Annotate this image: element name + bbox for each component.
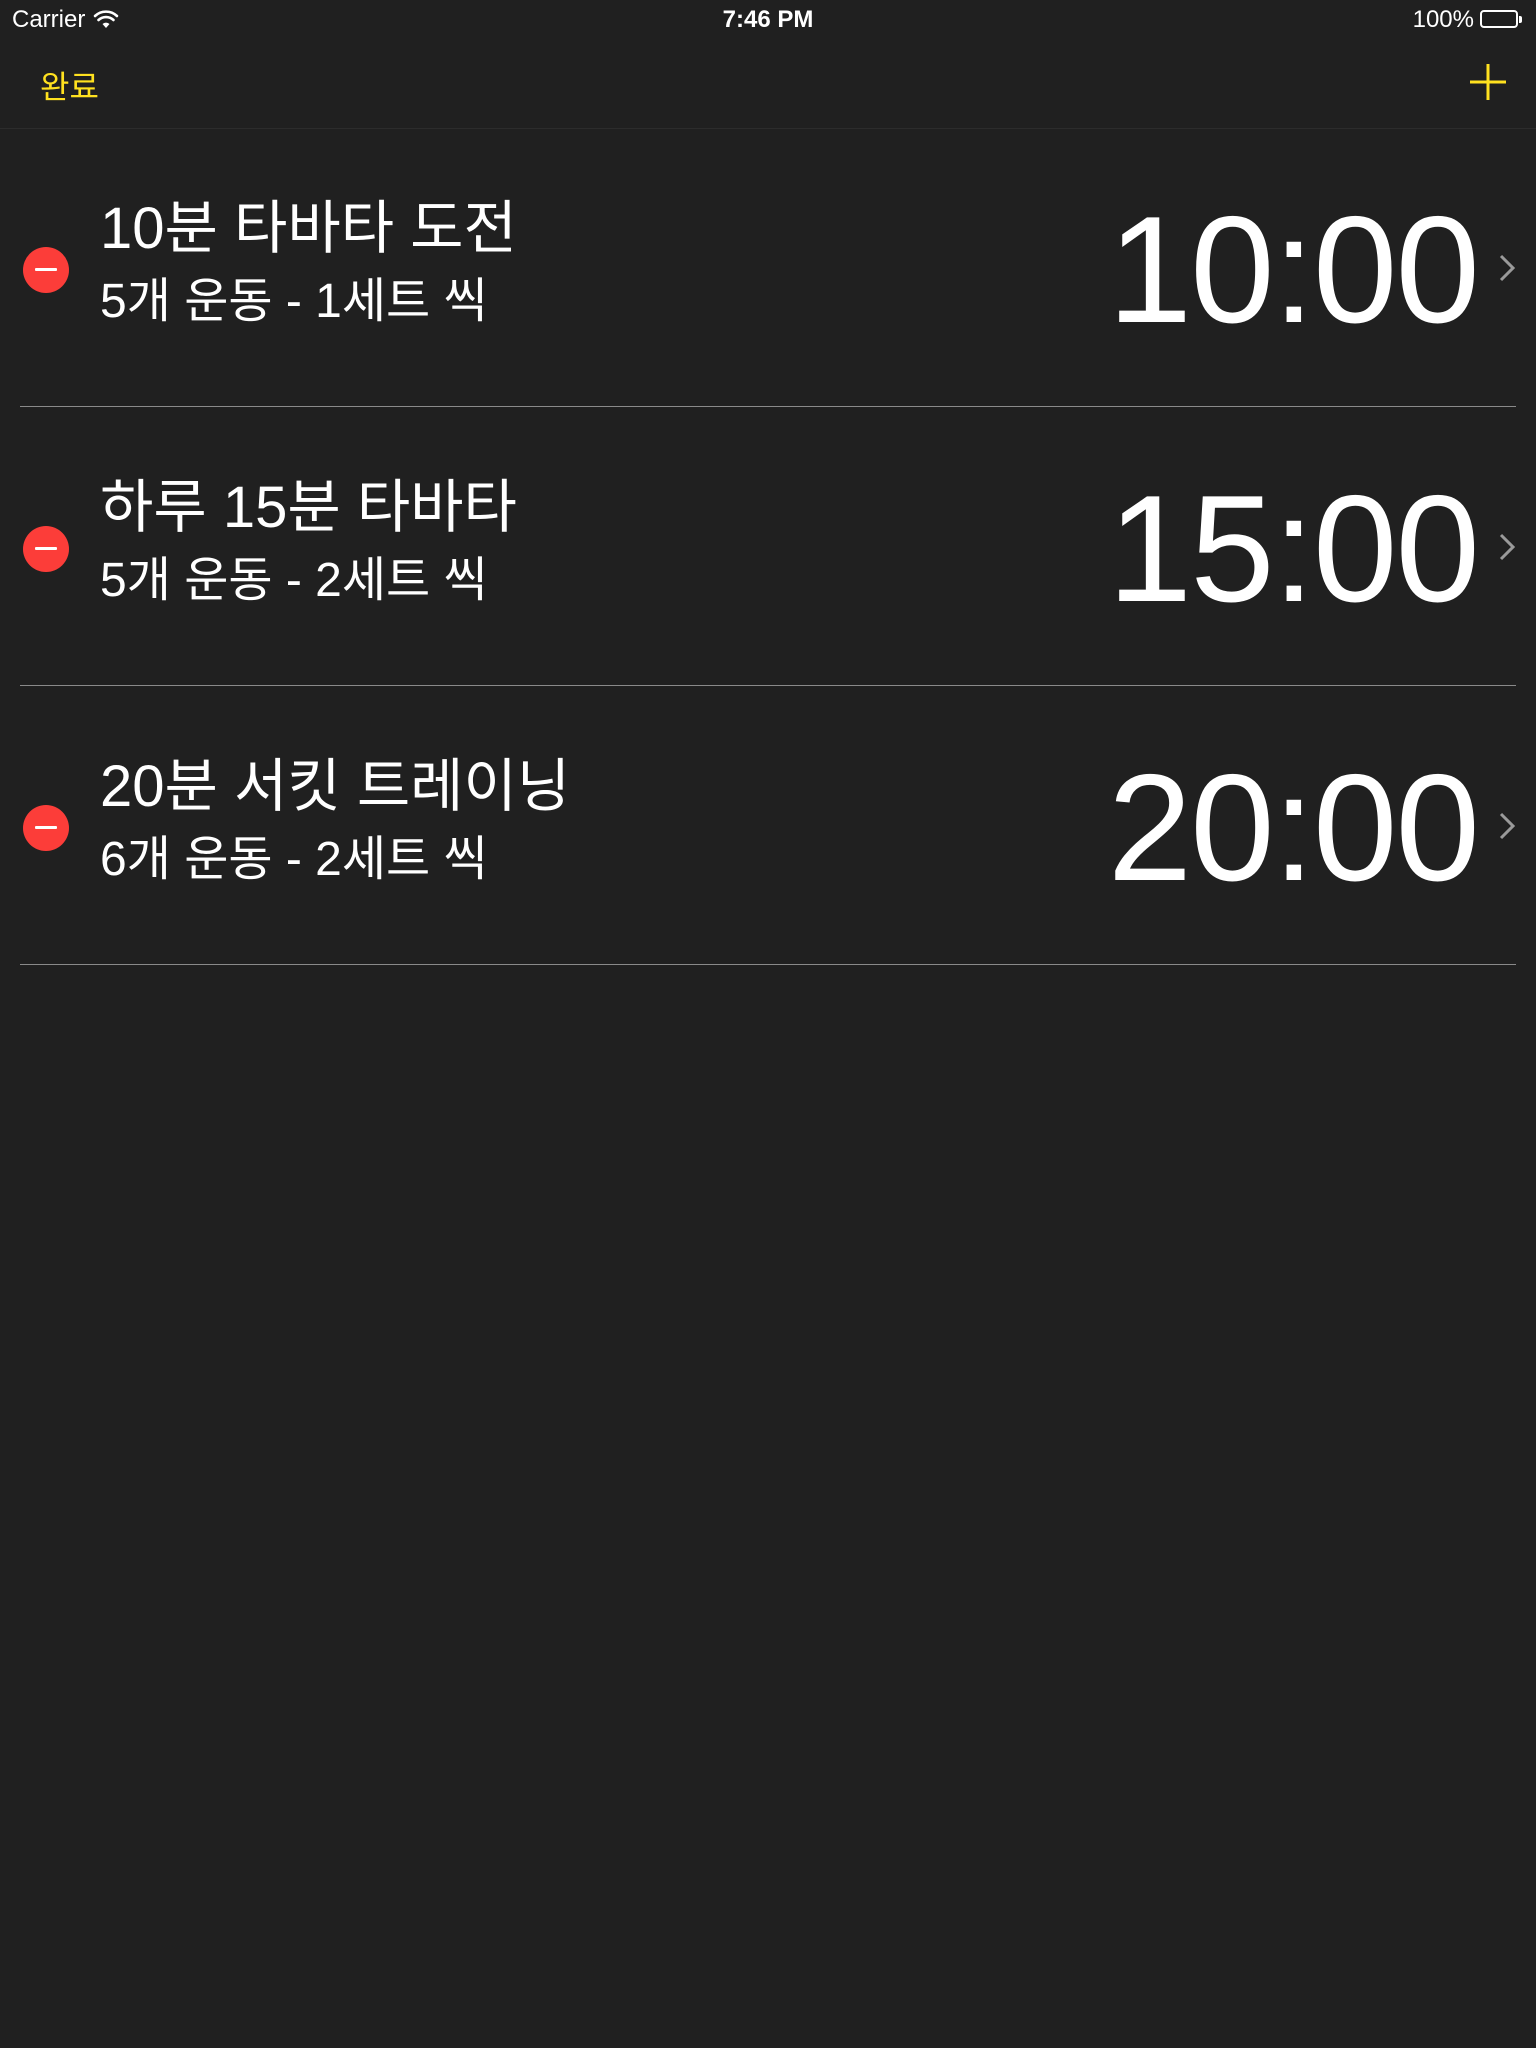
minus-icon [35, 547, 57, 550]
status-right: 100% [1413, 6, 1524, 34]
minus-icon [35, 268, 57, 271]
workout-duration: 15:00 [1107, 464, 1480, 634]
workout-title: 하루 15분 타바타 [100, 475, 517, 540]
workout-row[interactable]: 10분 타바타 도전 5개 운동 - 1세트 씩 10:00 [0, 128, 1536, 407]
workout-subtitle: 5개 운동 - 1세트 씩 [100, 275, 488, 328]
chevron-right-icon [1499, 254, 1516, 282]
workout-list: 10분 타바타 도전 5개 운동 - 1세트 씩 10:00 하루 15분 타바… [0, 128, 1536, 965]
done-button[interactable]: 완료 [40, 62, 99, 108]
workout-duration: 10:00 [1107, 185, 1480, 355]
workout-subtitle: 6개 운동 - 2세트 씩 [100, 833, 488, 886]
chevron-right-icon [1499, 533, 1516, 561]
battery-icon [1480, 10, 1524, 30]
workout-subtitle: 5개 운동 - 2세트 씩 [100, 554, 488, 607]
workout-title: 20분 서킷 트레이닝 [100, 754, 571, 819]
delete-button[interactable] [23, 805, 69, 851]
status-time: 7:46 PM [722, 6, 814, 33]
navigation-bar: 완료 [0, 40, 1536, 129]
workout-row[interactable]: 하루 15분 타바타 5개 운동 - 2세트 씩 15:00 [0, 407, 1536, 686]
workout-title: 10분 타바타 도전 [100, 196, 517, 261]
delete-button[interactable] [23, 526, 69, 572]
delete-button[interactable] [23, 247, 69, 293]
workout-row[interactable]: 20분 서킷 트레이닝 6개 운동 - 2세트 씩 20:00 [0, 686, 1536, 965]
minus-icon [35, 826, 57, 829]
battery-percent: 100% [1412, 6, 1474, 33]
app-screen: Carrier 7:46 PM 100% 완료 10분 타바타 도전 5개 운동… [0, 0, 1536, 2048]
add-button[interactable] [1466, 60, 1510, 104]
plus-icon [1470, 64, 1506, 100]
row-divider [20, 964, 1516, 965]
chevron-right-icon [1499, 812, 1516, 840]
workout-duration: 20:00 [1107, 743, 1480, 913]
status-bar: Carrier 7:46 PM 100% [0, 0, 1536, 40]
